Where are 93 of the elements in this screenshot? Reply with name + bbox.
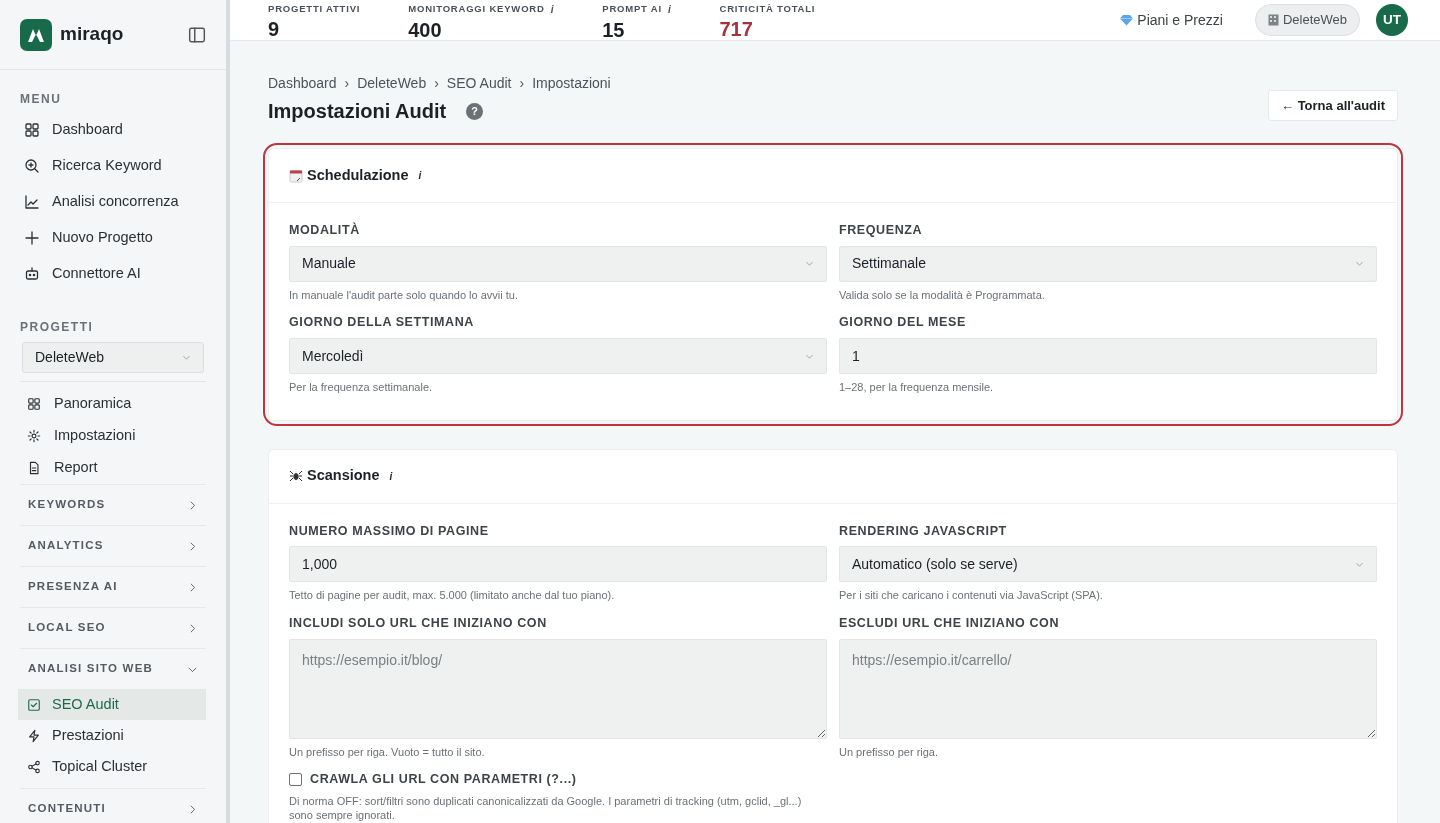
field-label: NUMERO MASSIMO DI PAGINE [289,522,490,540]
stat-value: 717 [719,19,754,40]
share-icon [26,759,42,774]
lightning-icon [26,728,42,743]
sidebar-item[interactable]: Analisi concorrenza [0,184,226,220]
breadcrumb-link[interactable]: SEO Audit [446,73,512,94]
help-icon[interactable]: ? [466,102,484,120]
text-area[interactable]: https://esempio.it/carrello/ [839,638,1377,739]
field-label: GIORNO DELLA SETTIMANA [289,314,475,332]
section-toggle[interactable]: CONTENUTI [20,788,206,823]
stat-label: CRITICITÀ TOTALI [719,2,816,16]
user-avatar[interactable]: UT [1376,4,1408,36]
sidebar-item[interactable]: Prestazioni [18,720,206,751]
section-toggle[interactable]: KEYWORDS [20,484,206,525]
diamond-icon [1120,14,1134,26]
chevron-down-icon [182,353,191,362]
section-toggle[interactable]: LOCAL SEO [20,607,206,648]
sidebar-item[interactable]: Impostazioni [20,420,206,452]
text-area[interactable]: https://esempio.it/blog/ [289,638,827,739]
help-text: Un prefisso per riga. [839,744,940,760]
field-label: RENDERING JAVASCRIPT [839,522,1008,540]
sidebar-item[interactable]: Ricerca Keyword [0,148,226,184]
breadcrumb-separator: › [519,74,525,93]
sidebar-item[interactable]: SEO Audit [18,689,206,720]
select-field[interactable]: Automatico (solo se serve) [839,546,1377,583]
robot-icon [24,266,40,282]
page-title: Impostazioni Audit [268,99,447,123]
logo-icon [20,18,52,51]
sidebar-item[interactable]: Report [20,452,206,484]
breadcrumb-link[interactable]: Impostazioni [532,73,611,94]
help-text: Un prefisso per riga. Vuoto = tutto il sito. [289,744,486,760]
plus-icon [24,230,40,246]
chevron-down-icon [1355,259,1364,269]
search-icon [24,158,40,174]
section-toggle[interactable]: PRESENZA AI [20,566,206,607]
help-text: In manuale l'audit parte solo quando lo avvii tu. [289,287,519,303]
spider-icon [289,469,303,483]
field-label: FREQUENZA [839,222,924,239]
stat-label: MONITORAGGI KEYWORD [408,2,545,16]
help-text: 1–28, per la frequenza mensile. [839,380,995,395]
sidebar-item[interactable]: Panoramica [20,388,206,420]
stat-label: PROGETTI ATTIVI [268,2,361,16]
chevron-down-icon [805,259,814,269]
field-label: GIORNO DEL MESE [839,314,967,332]
sidebar-item[interactable]: Dashboard [0,112,226,148]
card-title: Scansione [307,466,380,486]
help-text: Di norma OFF: sort/filtri sono duplicati canonicalizzati da Google. I parametri di tracking (utm, gclid, _gl...) sono sempre ignorati. [289,793,803,823]
section-heading: MENU [19,91,63,108]
stat-value: 9 [268,19,281,40]
info-icon[interactable]: i [667,2,672,17]
card-title: Schedulazione [307,165,409,185]
checkbox-icon [26,697,42,712]
plans-link[interactable]: Piani e Prezzi [1120,9,1223,31]
sidebar-item[interactable]: Connettore AI [0,256,226,292]
input-field[interactable]: 1,000 [289,546,827,583]
sidebar-toggle-icon[interactable] [188,25,206,44]
breadcrumb-link[interactable]: Dashboard [268,73,337,94]
building-icon [1267,14,1279,26]
breadcrumb-link[interactable]: DeleteWeb [357,73,427,94]
select-field[interactable]: Settimanale [839,245,1377,282]
logo-text: miraqo [60,22,124,47]
select-field[interactable]: Manuale [289,245,827,282]
sidebar-item[interactable]: Topical Cluster [18,751,206,782]
breadcrumb-separator: › [344,74,350,93]
input-field[interactable]: 1 [839,338,1377,374]
back-button[interactable]: ← Torna all'audit [1268,89,1398,121]
section-toggle[interactable]: ANALYTICS [20,525,206,566]
stat-label: PROMPT AI [602,2,662,16]
field-label: INCLUDI SOLO URL CHE INIZIANO CON [289,614,548,632]
grid-icon [26,397,42,411]
field-label: MODALITÀ [289,221,361,239]
sidebar-item[interactable]: Nuovo Progetto [0,220,226,256]
info-icon[interactable]: i [550,2,555,17]
checkbox-label: CRAWLA GLI URL CON PARAMETRI (?...) [310,771,577,788]
help-text: Per la frequenza settimanale. [289,380,434,395]
info-icon[interactable]: i [389,468,393,484]
workspace-button[interactable]: DeleteWeb [1254,4,1360,36]
field-label: ESCLUDI URL CHE INIZIANO CON [839,614,1061,632]
breadcrumb-separator: › [434,74,439,93]
help-text: Valida solo se la modalità è Programmata. [839,287,1046,303]
settings-icon [26,429,42,443]
help-text: Per i siti che caricano i contenuti via JavaScript (SPA). [839,588,1104,604]
select-field[interactable]: Mercoledì [289,338,827,374]
project-select[interactable]: DeleteWeb [22,342,204,373]
info-icon[interactable]: i [418,168,422,183]
help-text: Tetto di pagine per audit, max. 5.000 (limitato anche dal tuo piano). [289,588,616,604]
stat-value: 15 [602,20,626,40]
stat-value: 400 [408,20,443,40]
chart-icon [24,194,40,210]
checkbox[interactable] [289,772,302,786]
section-heading: PROGETTI [19,319,95,336]
calendar-icon [289,168,303,183]
grid-icon [24,122,40,138]
